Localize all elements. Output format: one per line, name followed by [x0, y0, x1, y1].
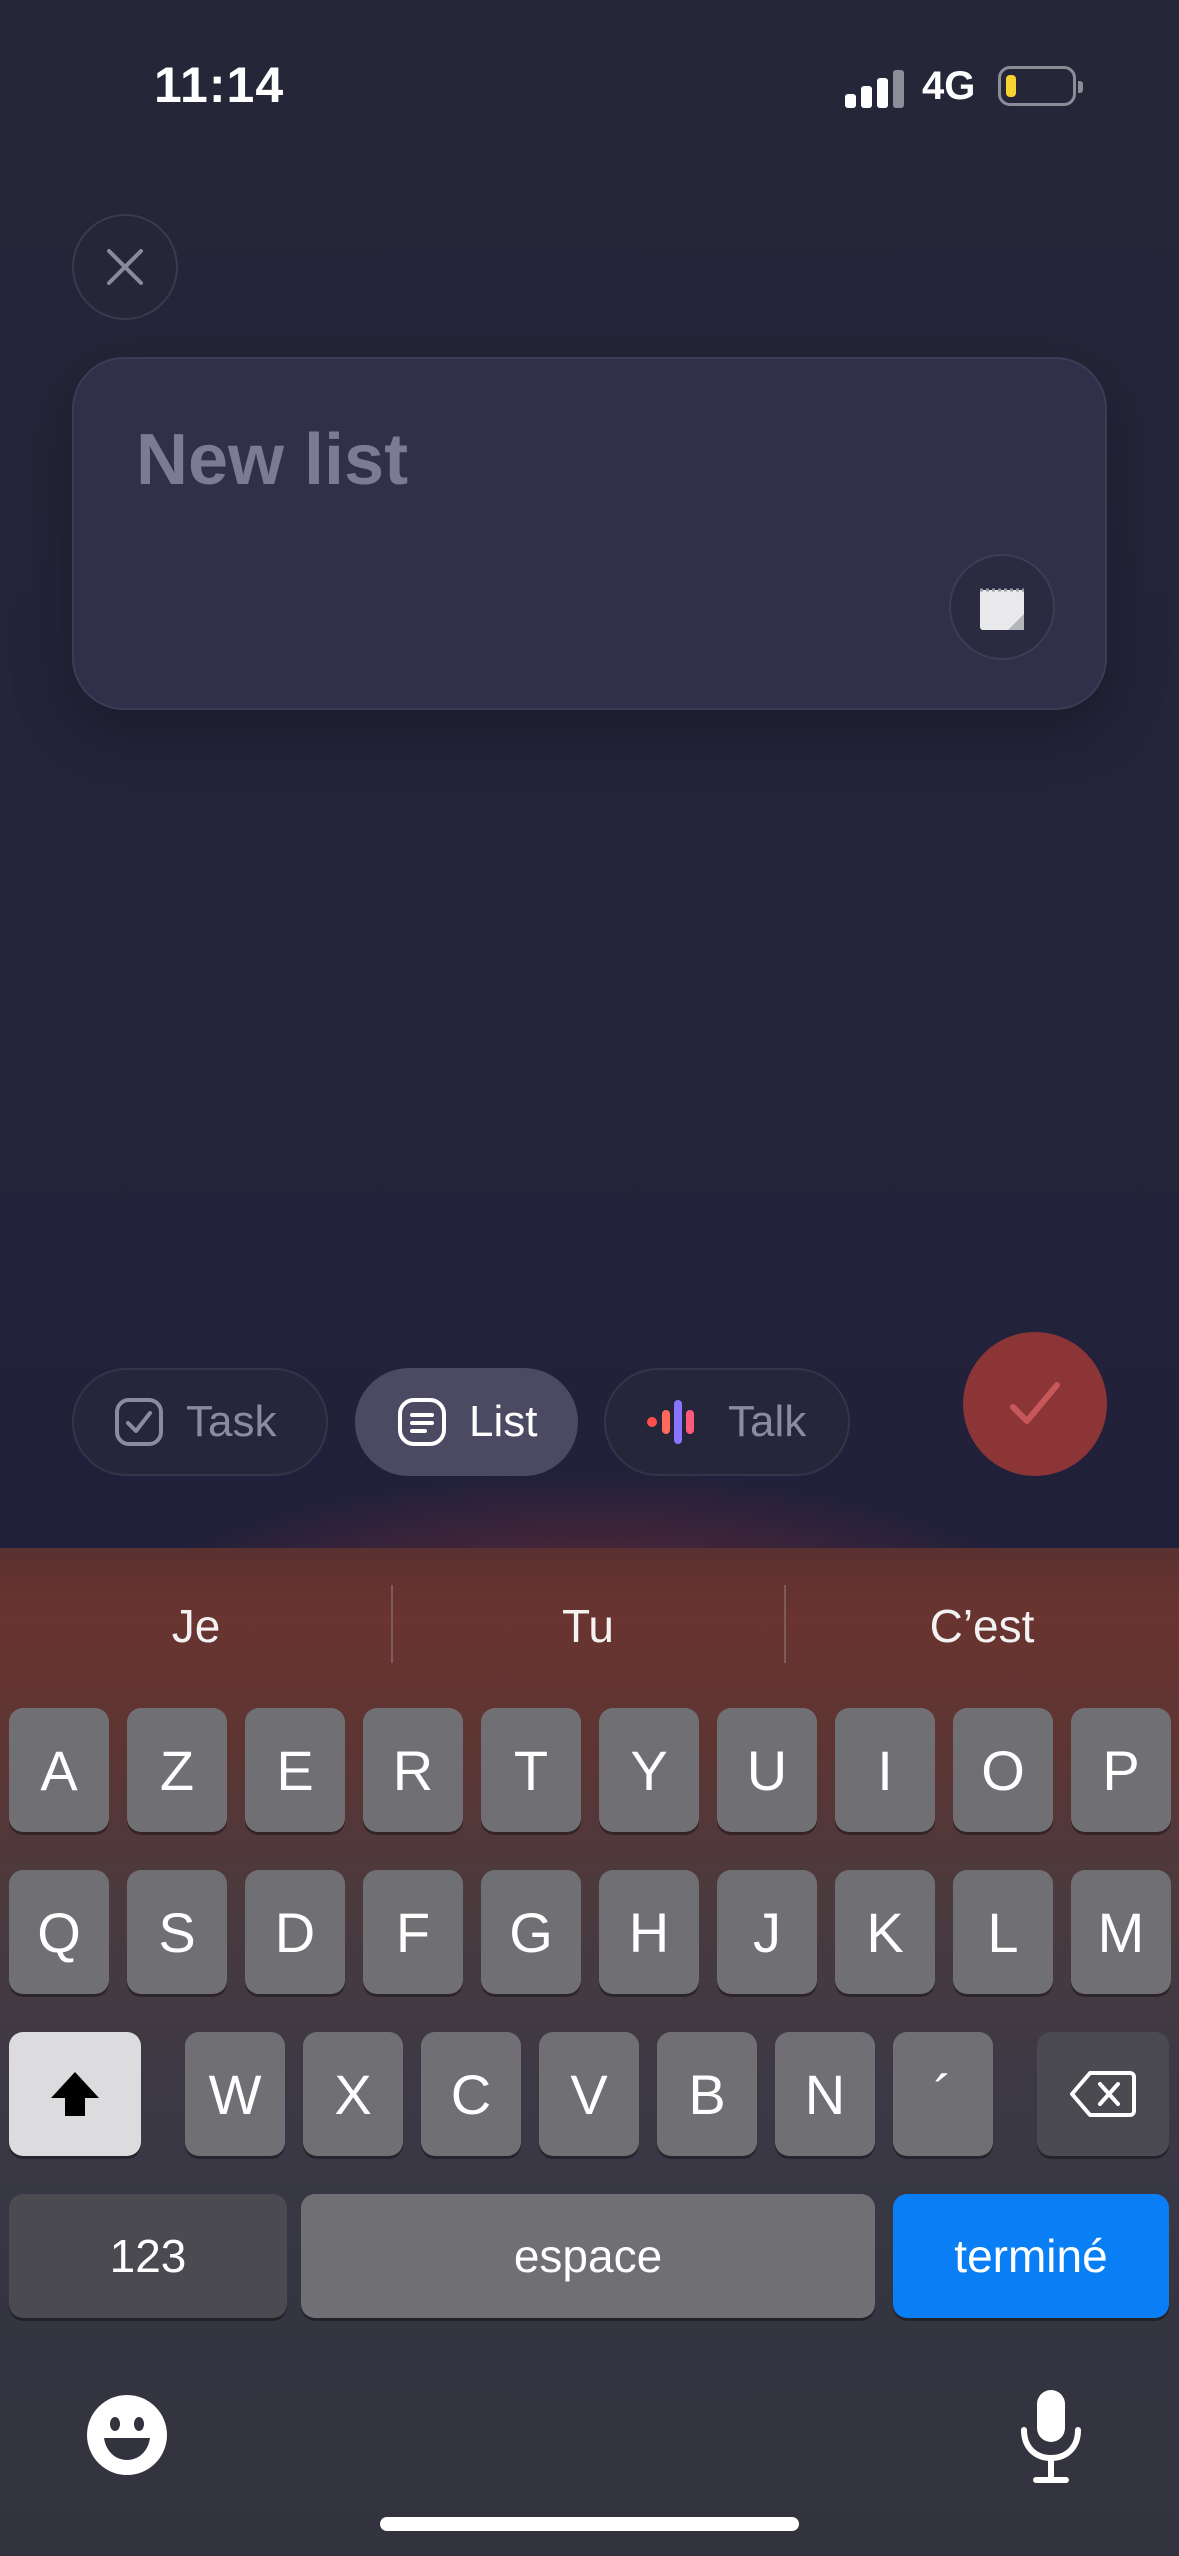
key-h[interactable]: H: [599, 1870, 699, 1994]
dictation-button[interactable]: [1018, 2388, 1084, 2484]
shift-icon: [51, 2072, 99, 2116]
key-t[interactable]: T: [481, 1708, 581, 1832]
mode-talk-button[interactable]: Talk: [604, 1368, 850, 1476]
network-type: 4G: [922, 64, 976, 108]
key-k[interactable]: K: [835, 1870, 935, 1994]
key-n[interactable]: N: [775, 2032, 875, 2156]
key-w[interactable]: W: [185, 2032, 285, 2156]
key-x[interactable]: X: [303, 2032, 403, 2156]
numbers-key[interactable]: 123: [9, 2194, 287, 2318]
suggestion-2[interactable]: Tu: [392, 1548, 784, 1703]
mode-task-button[interactable]: Task: [72, 1368, 328, 1476]
emoji-icon: [87, 2395, 167, 2475]
key-o[interactable]: O: [953, 1708, 1053, 1832]
key-b[interactable]: B: [657, 2032, 757, 2156]
key-z[interactable]: Z: [127, 1708, 227, 1832]
key-u[interactable]: U: [717, 1708, 817, 1832]
list-icon: [397, 1397, 447, 1447]
battery-icon: [998, 66, 1083, 106]
key-m[interactable]: M: [1071, 1870, 1171, 1994]
suggestion-1[interactable]: Je: [0, 1548, 392, 1703]
key-l[interactable]: L: [953, 1870, 1053, 1994]
checkmark-icon: [1010, 1382, 1060, 1424]
key-acute[interactable]: ´: [893, 2032, 993, 2156]
shift-key[interactable]: [9, 2032, 141, 2156]
confirm-button[interactable]: [963, 1332, 1107, 1476]
voice-icon: [646, 1397, 706, 1447]
key-i[interactable]: I: [835, 1708, 935, 1832]
status-time: 11:14: [154, 57, 285, 113]
close-button[interactable]: [72, 214, 178, 320]
list-title-input[interactable]: New list: [136, 419, 408, 501]
key-j[interactable]: J: [717, 1870, 817, 1994]
microphone-icon: [1021, 2390, 1081, 2483]
key-r[interactable]: R: [363, 1708, 463, 1832]
key-s[interactable]: S: [127, 1870, 227, 1994]
space-key[interactable]: espace: [301, 2194, 875, 2318]
key-y[interactable]: Y: [599, 1708, 699, 1832]
mode-task-label: Task: [186, 1397, 277, 1446]
key-p[interactable]: P: [1071, 1708, 1171, 1832]
key-d[interactable]: D: [245, 1870, 345, 1994]
emoji-button[interactable]: [86, 2394, 168, 2476]
key-a[interactable]: A: [9, 1708, 109, 1832]
key-q[interactable]: Q: [9, 1870, 109, 1994]
key-e[interactable]: E: [245, 1708, 345, 1832]
mode-list-label: List: [469, 1397, 538, 1446]
backspace-icon: [1070, 2071, 1136, 2117]
checkbox-icon: [114, 1397, 164, 1447]
mode-talk-label: Talk: [728, 1397, 807, 1446]
list-editor-card[interactable]: New list: [72, 357, 1107, 710]
suggestion-3[interactable]: C’est: [785, 1548, 1179, 1703]
return-key[interactable]: terminé: [893, 2194, 1169, 2318]
key-f[interactable]: F: [363, 1870, 463, 1994]
notes-button[interactable]: [949, 554, 1055, 660]
key-v[interactable]: V: [539, 2032, 639, 2156]
notepad-icon: [980, 588, 1024, 630]
key-g[interactable]: G: [481, 1870, 581, 1994]
status-bar: 11:14 4G: [0, 0, 1179, 170]
mode-list-button[interactable]: List: [355, 1368, 578, 1476]
key-c[interactable]: C: [421, 2032, 521, 2156]
close-icon: [107, 249, 143, 285]
delete-key[interactable]: [1037, 2032, 1169, 2156]
home-indicator[interactable]: [380, 2517, 799, 2531]
cellular-signal-icon: [845, 70, 905, 108]
